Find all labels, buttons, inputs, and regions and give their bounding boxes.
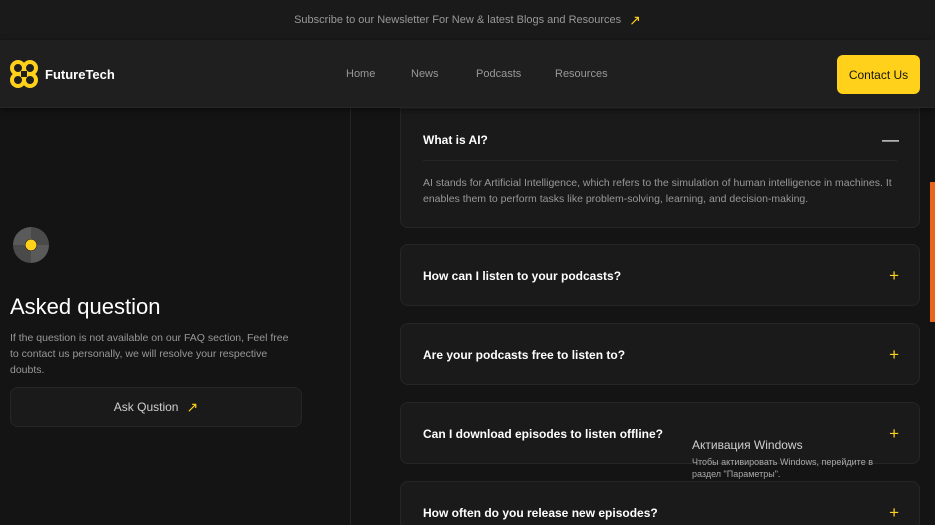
faq-item[interactable]: How can I listen to your podcasts? + bbox=[400, 244, 920, 306]
spinner-symbol-icon bbox=[13, 227, 49, 263]
faq-item[interactable]: How often do you release new episodes? + bbox=[400, 481, 920, 525]
brand-logo[interactable]: FutureTech bbox=[9, 59, 115, 89]
brand-name: FutureTech bbox=[45, 66, 115, 82]
nav-resources[interactable]: Resources bbox=[555, 68, 608, 80]
newsletter-banner[interactable]: Subscribe to our Newsletter For New & la… bbox=[0, 0, 935, 40]
faq-item[interactable]: Are your podcasts free to listen to? + bbox=[400, 323, 920, 385]
nav-news[interactable]: News bbox=[411, 68, 439, 80]
faq-answer: AI stands for Artificial Intelligence, w… bbox=[423, 177, 892, 205]
expand-plus-icon[interactable]: + bbox=[889, 267, 899, 284]
newsletter-text[interactable]: Subscribe to our Newsletter For New & la… bbox=[294, 14, 621, 26]
section-description: If the question is not available on our … bbox=[10, 332, 289, 376]
section-title: Asked question bbox=[10, 294, 161, 319]
expand-plus-icon[interactable]: + bbox=[889, 504, 899, 521]
nav-podcasts[interactable]: Podcasts bbox=[476, 68, 521, 80]
contact-us-button[interactable]: Contact Us bbox=[837, 55, 920, 94]
faq-question[interactable]: Are your podcasts free to listen to? bbox=[423, 348, 625, 362]
watermark-subtitle: Чтобы активировать Windows, перейдите в … bbox=[692, 457, 873, 479]
windows-activation-watermark: Активация Windows Чтобы активировать Win… bbox=[692, 438, 902, 480]
site-header: FutureTech Home News Podcasts Resources … bbox=[0, 40, 935, 108]
ask-question-button[interactable]: Ask Qustion ↗ bbox=[10, 387, 302, 427]
arrow-up-right-icon: ↗ bbox=[629, 11, 641, 28]
faq-intro: Asked question If the question is not av… bbox=[0, 108, 351, 525]
main-nav: Home News Podcasts Resources bbox=[0, 40, 935, 108]
faq-question[interactable]: How can I listen to your podcasts? bbox=[423, 269, 621, 283]
faq-question[interactable]: How often do you release new episodes? bbox=[423, 506, 658, 520]
faq-question[interactable]: What is AI? bbox=[423, 133, 488, 147]
expand-plus-icon[interactable]: + bbox=[889, 346, 899, 363]
divider bbox=[423, 160, 897, 161]
faq-item-expanded[interactable]: What is AI? — AI stands for Artificial I… bbox=[400, 108, 920, 228]
arrow-up-right-icon: ↗ bbox=[186, 398, 199, 415]
scrollbar-thumb[interactable] bbox=[930, 182, 935, 322]
futuretech-logo-icon bbox=[10, 60, 38, 88]
watermark-title: Активация Windows bbox=[692, 438, 803, 452]
ask-question-label: Ask Qustion bbox=[113, 400, 179, 414]
faq-question[interactable]: Can I download episodes to listen offlin… bbox=[423, 427, 663, 441]
collapse-icon[interactable]: — bbox=[882, 131, 899, 148]
nav-home[interactable]: Home bbox=[346, 68, 375, 80]
